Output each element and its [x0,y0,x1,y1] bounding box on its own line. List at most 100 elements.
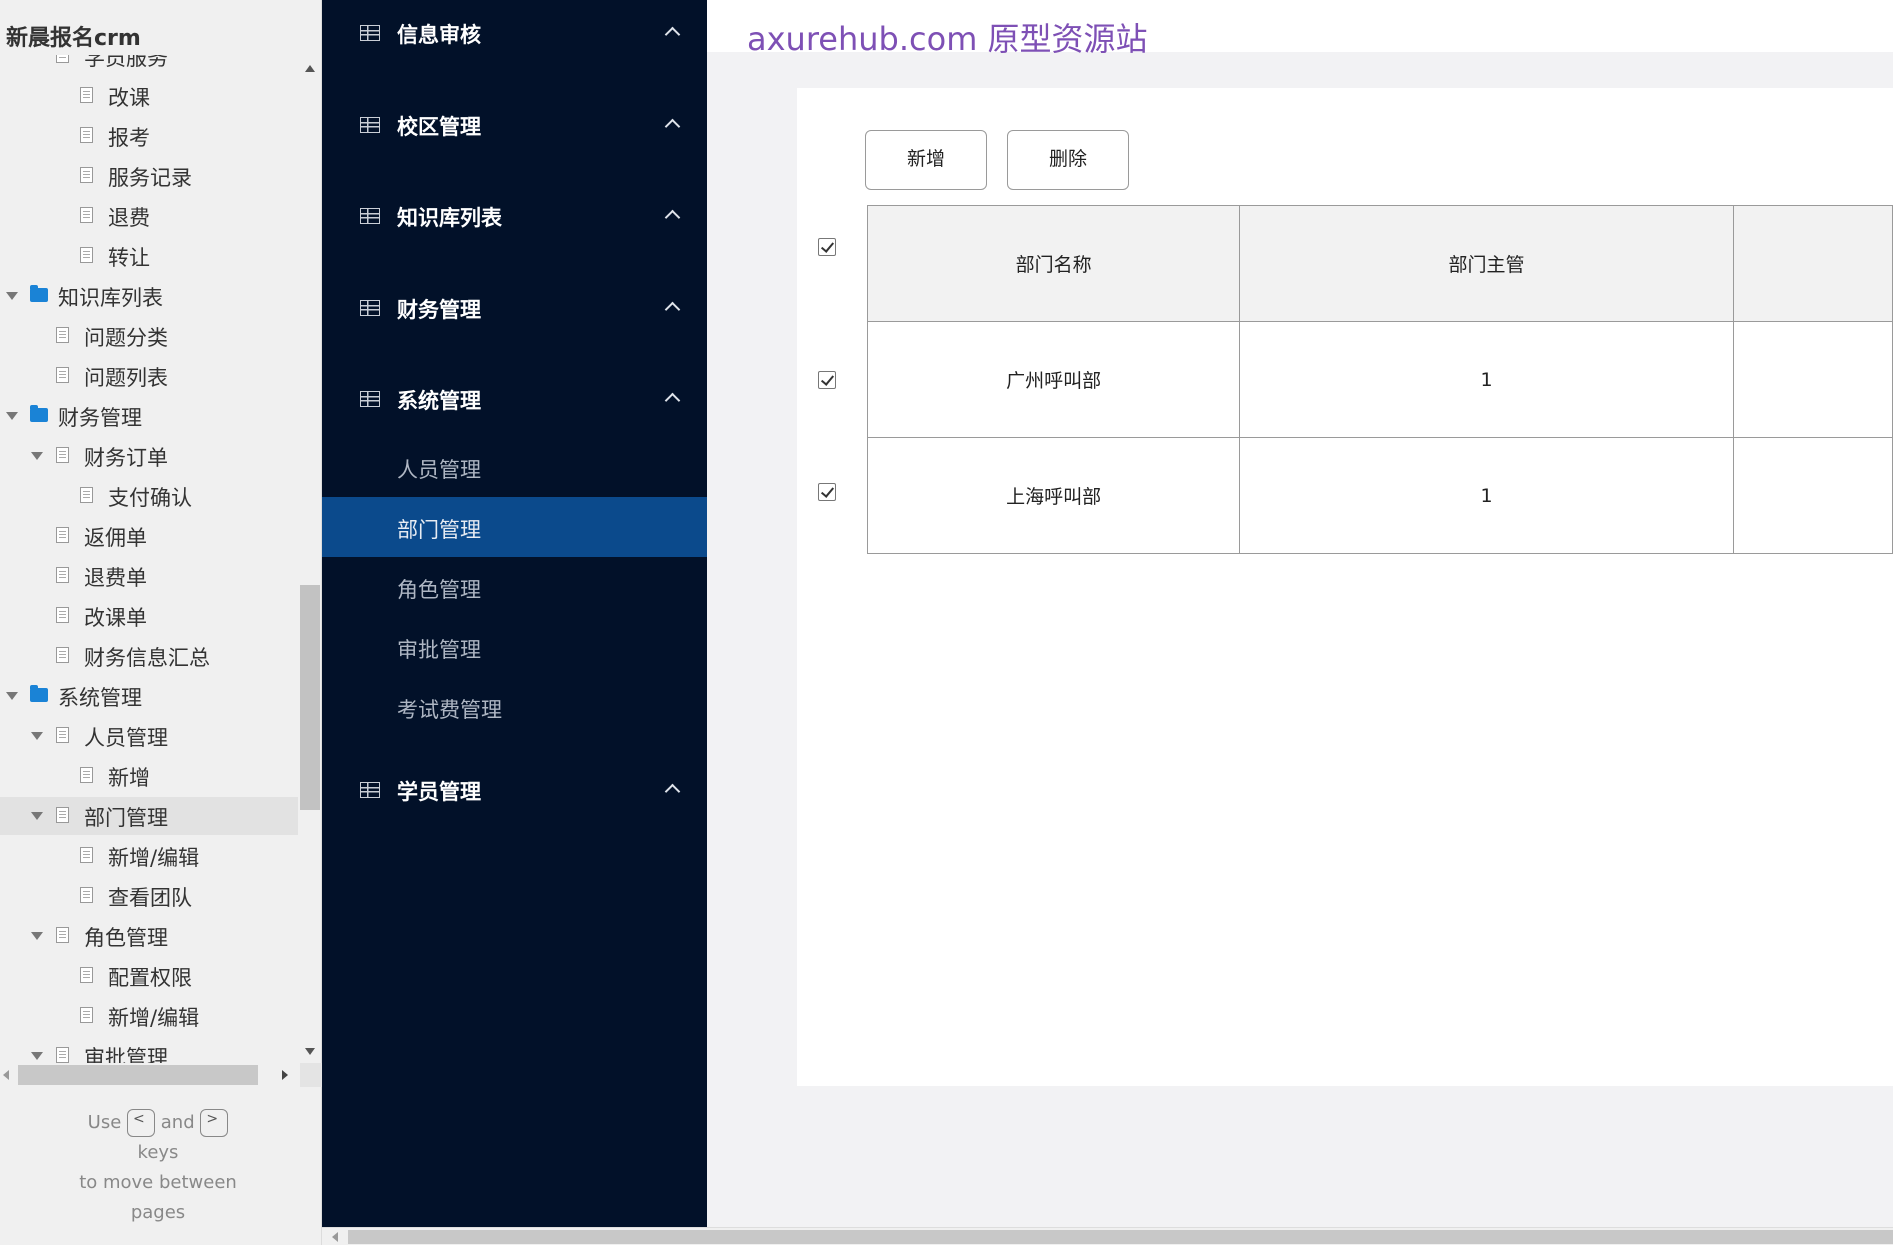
hint-text: pages [130,1202,186,1223]
tree-item-question-category[interactable]: 问题分类 [0,317,298,355]
tree-item-label: 报考 [108,126,150,150]
expand-arrow-icon[interactable] [6,292,18,300]
page-icon [80,207,93,223]
select-all-checkbox[interactable] [818,238,836,256]
chevron-up-icon[interactable] [664,209,681,226]
tree-item-staff-add[interactable]: 新增 [0,757,298,795]
side-navigation: 信息审核 校区管理 知识库列表 财务管理 系统管理 人员管理 部门管理 角色管理… [322,0,707,1227]
chevron-up-icon[interactable] [664,301,681,318]
page-horizontal-scrollbar[interactable] [322,1227,1893,1245]
row-checkbox[interactable] [818,483,836,501]
tree-item-department[interactable]: 部门管理 [0,797,298,835]
page-icon [80,767,93,783]
cell-extra [1732,321,1893,438]
chevron-up-icon[interactable] [664,118,681,135]
expand-arrow-icon[interactable] [6,692,18,700]
table-row[interactable]: 上海呼叫部 1 [866,437,1893,554]
expand-arrow-icon[interactable] [31,452,43,460]
tree-item-finance-orders[interactable]: 财务订单 [0,437,298,475]
chevron-up-icon[interactable] [664,392,681,409]
expand-arrow-icon[interactable] [31,812,43,820]
nav-item-department[interactable]: 部门管理 [322,497,707,557]
tree-item-label: 人员管理 [84,726,168,750]
tree-item-label: 改课 [108,86,150,110]
nav-group-system[interactable]: 系统管理 [322,369,707,429]
table-header-row: 部门名称 部门主管 [866,205,1893,322]
table-icon [360,300,380,316]
tree-folder-knowledge[interactable]: 知识库列表 [0,277,298,315]
folder-icon [30,685,48,702]
scroll-up-arrow-icon[interactable] [305,65,315,72]
nav-item-approvals[interactable]: 审批管理 [322,617,707,677]
tree-item-partial-top[interactable]: 学员服务 [0,55,298,75]
scroll-left-arrow-icon[interactable] [3,1070,9,1080]
tree-item-department-edit[interactable]: 新增/编辑 [0,837,298,875]
tree-item-finance-summary[interactable]: 财务信息汇总 [0,637,298,675]
tree-horizontal-scrollbar[interactable] [0,1063,322,1087]
tree-item-label: 审批管理 [84,1046,168,1065]
tree-item-label: 转让 [108,246,150,270]
tree-item-label: 新增 [108,766,150,790]
scrollbar-thumb[interactable] [300,585,320,810]
tree-item-label: 新增/编辑 [108,846,200,870]
nav-item-label: 角色管理 [397,578,481,602]
page-icon [80,487,93,503]
tree-item-service-records[interactable]: 服务记录 [0,157,298,195]
tree-item-refund[interactable]: 退费 [0,197,298,235]
tree-item-course-change-orders[interactable]: 改课单 [0,597,298,635]
tree-item-transfer[interactable]: 转让 [0,237,298,275]
nav-group-label: 信息审核 [397,23,481,47]
nav-group-knowledge[interactable]: 知识库列表 [322,186,707,246]
tree-item-view-team[interactable]: 查看团队 [0,877,298,915]
chevron-up-icon[interactable] [664,783,681,800]
tree-item-label: 配置权限 [108,966,192,990]
tree-item-role-edit[interactable]: 新增/编辑 [0,997,298,1035]
expand-arrow-icon[interactable] [6,412,18,420]
scrollbar-thumb[interactable] [18,1065,258,1085]
table-row[interactable]: 广州呼叫部 1 [866,321,1893,438]
tree-item-staff[interactable]: 人员管理 [0,717,298,755]
nav-item-exam-fees[interactable]: 考试费管理 [322,677,707,737]
nav-item-label: 人员管理 [397,458,481,482]
tree-folder-finance[interactable]: 财务管理 [0,397,298,435]
expand-arrow-icon[interactable] [31,732,43,740]
page-icon [56,527,69,543]
chevron-up-icon[interactable] [664,26,681,43]
column-header-manager[interactable]: 部门主管 [1239,205,1734,322]
table-icon [360,391,380,407]
nav-group-finance[interactable]: 财务管理 [322,278,707,338]
expand-arrow-icon[interactable] [31,932,43,940]
delete-button[interactable]: 删除 [1007,130,1129,190]
nav-item-roles[interactable]: 角色管理 [322,557,707,617]
scrollbar-thumb[interactable] [348,1230,1893,1244]
tree-item-rebate[interactable]: 返佣单 [0,517,298,555]
tree-item-roles[interactable]: 角色管理 [0,917,298,955]
column-header-extra[interactable] [1732,205,1893,322]
add-button[interactable]: 新增 [865,130,987,190]
row-checkbox[interactable] [818,371,836,389]
project-title: 新晨报名crm [6,26,141,51]
nav-item-staff[interactable]: 人员管理 [322,437,707,497]
tree-item-payment-confirm[interactable]: 支付确认 [0,477,298,515]
nav-group-info-review[interactable]: 信息审核 [322,3,707,63]
tree-item-partial-bottom[interactable]: 审批管理 [0,1037,298,1065]
tree-item-label: 新增/编辑 [108,1006,200,1030]
nav-group-campus[interactable]: 校区管理 [322,95,707,155]
column-header-department-name[interactable]: 部门名称 [866,205,1241,322]
cell-department-name: 广州呼叫部 [866,321,1241,438]
expand-arrow-icon[interactable] [31,1052,43,1060]
scroll-left-arrow-icon[interactable] [332,1232,338,1242]
tree-folder-system[interactable]: 系统管理 [0,677,298,715]
tree-item-question-list[interactable]: 问题列表 [0,357,298,395]
tree-item-refund-orders[interactable]: 退费单 [0,557,298,595]
folder-icon [30,405,48,422]
scroll-right-arrow-icon[interactable] [282,1070,288,1080]
scroll-down-arrow-icon[interactable] [305,1048,315,1055]
nav-group-students[interactable]: 学员管理 [322,760,707,820]
page-icon [80,847,93,863]
tree-vertical-scrollbar[interactable] [300,55,320,1055]
watermark-text: axurehub.com 原型资源站 [747,20,1148,58]
tree-item-permissions[interactable]: 配置权限 [0,957,298,995]
tree-item-gaike[interactable]: 改课 [0,77,298,115]
tree-item-baokao[interactable]: 报考 [0,117,298,155]
